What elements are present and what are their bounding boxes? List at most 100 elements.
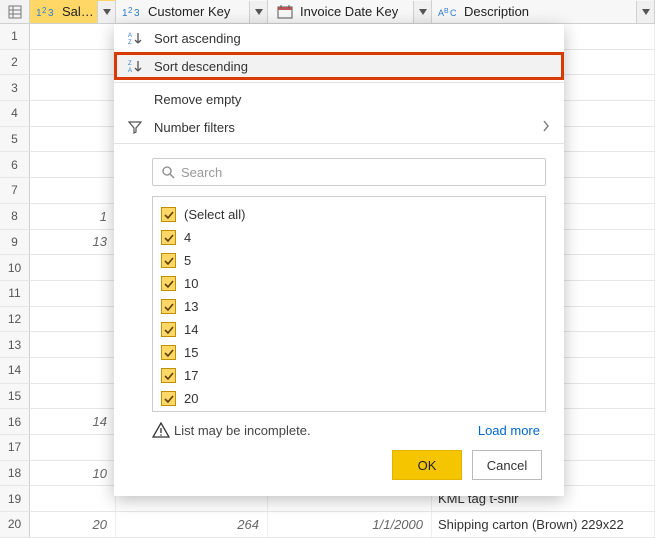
filter-value-item[interactable]: 13 (161, 295, 537, 318)
column-header-label: Sale Key (62, 4, 97, 19)
cell-description[interactable]: Shipping carton (Brown) 229x22 (432, 512, 655, 537)
cell-sale-key[interactable] (30, 486, 116, 511)
row-number[interactable]: 14 (0, 358, 30, 383)
sort-asc-icon: AZ (128, 31, 154, 45)
row-number[interactable]: 16 (0, 409, 30, 434)
cell-sale-key[interactable] (30, 281, 116, 306)
row-number[interactable]: 13 (0, 332, 30, 357)
filter-value-item[interactable]: 14 (161, 318, 537, 341)
row-number[interactable]: 1 (0, 24, 30, 49)
filter-value-item[interactable]: 10 (161, 272, 537, 295)
cell-sale-key[interactable] (30, 75, 116, 100)
cell-customer-key[interactable]: 264 (116, 512, 268, 537)
column-filter-button[interactable] (636, 1, 654, 23)
cell-sale-key[interactable] (30, 178, 116, 203)
warning-icon (152, 422, 174, 438)
cell-sale-key[interactable] (30, 255, 116, 280)
row-number[interactable]: 7 (0, 178, 30, 203)
svg-text:2: 2 (128, 6, 133, 15)
filter-value-item[interactable]: 20 (161, 387, 537, 410)
checkbox-checked-icon[interactable] (161, 322, 176, 337)
row-number[interactable]: 5 (0, 127, 30, 152)
filter-search-box[interactable] (152, 158, 546, 186)
column-filter-button[interactable] (97, 1, 115, 23)
row-number[interactable]: 6 (0, 152, 30, 177)
row-number[interactable]: 10 (0, 255, 30, 280)
column-header-invDate[interactable]: Invoice Date Key (268, 0, 432, 23)
column-header-custKey[interactable]: 123Customer Key (116, 0, 268, 23)
cell-sale-key[interactable] (30, 384, 116, 409)
cell-sale-key[interactable]: 13 (30, 230, 116, 255)
row-number[interactable]: 17 (0, 435, 30, 460)
filter-values-list[interactable]: (Select all) 45 10 13 14 1517 20 (152, 196, 546, 412)
cell-sale-key[interactable]: 14 (30, 409, 116, 434)
filter-value-item[interactable]: 17 (161, 364, 537, 387)
cell-sale-key[interactable] (30, 101, 116, 126)
number-filters-item[interactable]: Number filters (114, 113, 564, 141)
row-number[interactable]: 4 (0, 101, 30, 126)
ok-button[interactable]: OK (392, 450, 462, 480)
cell-sale-key[interactable]: 20 (30, 512, 116, 537)
checkbox-checked-icon[interactable] (161, 345, 176, 360)
remove-empty-label: Remove empty (154, 92, 550, 107)
column-header-desc[interactable]: ABCDescription (432, 0, 655, 23)
sort-descending-item[interactable]: ZA Sort descending (114, 52, 564, 80)
svg-text:Z: Z (128, 40, 132, 45)
cell-sale-key[interactable]: 10 (30, 461, 116, 486)
cell-sale-key[interactable]: 1 (30, 204, 116, 229)
cell-sale-key[interactable] (30, 50, 116, 75)
sort-desc-label: Sort descending (154, 59, 550, 74)
cell-sale-key[interactable] (30, 332, 116, 357)
sort-ascending-item[interactable]: AZ Sort ascending (114, 24, 564, 52)
load-more-link[interactable]: Load more (478, 423, 540, 438)
select-all-label: (Select all) (184, 207, 245, 222)
filter-value-item[interactable]: 15 (161, 341, 537, 364)
cancel-button[interactable]: Cancel (472, 450, 542, 480)
checkbox-checked-icon[interactable] (161, 253, 176, 268)
cell-sale-key[interactable] (30, 435, 116, 460)
cell-invoice-date[interactable]: 1/1/2000 (268, 512, 432, 537)
cell-sale-key[interactable] (30, 358, 116, 383)
cell-sale-key[interactable] (30, 152, 116, 177)
row-number[interactable]: 9 (0, 230, 30, 255)
checkbox-checked-icon[interactable] (161, 391, 176, 406)
row-number[interactable]: 2 (0, 50, 30, 75)
row-number[interactable]: 12 (0, 307, 30, 332)
column-header-label: Invoice Date Key (300, 4, 413, 19)
checkbox-checked-icon[interactable] (161, 299, 176, 314)
checkbox-checked-icon[interactable] (161, 368, 176, 383)
table-corner[interactable] (0, 0, 30, 23)
row-number[interactable]: 3 (0, 75, 30, 100)
filter-value-label: 14 (184, 322, 198, 337)
filter-value-item[interactable]: 5 (161, 249, 537, 272)
filter-value-label: 10 (184, 276, 198, 291)
row-number[interactable]: 19 (0, 486, 30, 511)
table-icon (8, 5, 22, 19)
filter-search-input[interactable] (181, 165, 537, 180)
cell-sale-key[interactable] (30, 307, 116, 332)
cell-sale-key[interactable] (30, 24, 116, 49)
row-number[interactable]: 15 (0, 384, 30, 409)
dialog-button-row: OK Cancel (114, 438, 564, 496)
filter-value-label: 20 (184, 391, 198, 406)
row-number[interactable]: 20 (0, 512, 30, 537)
row-number[interactable]: 8 (0, 204, 30, 229)
checkbox-checked-icon[interactable] (161, 276, 176, 291)
checkbox-checked-icon[interactable] (161, 207, 176, 222)
table-row: 20202641/1/2000Shipping carton (Brown) 2… (0, 512, 655, 538)
filter-value-item[interactable]: 4 (161, 226, 537, 249)
sort-desc-icon: ZA (128, 59, 154, 73)
checkbox-checked-icon[interactable] (161, 230, 176, 245)
svg-text:2: 2 (42, 6, 47, 15)
column-type-icon: ABC (438, 4, 460, 20)
row-number[interactable]: 18 (0, 461, 30, 486)
column-filter-button[interactable] (413, 1, 431, 23)
column-filter-button[interactable] (249, 1, 267, 23)
remove-empty-item[interactable]: Remove empty (114, 85, 564, 113)
column-header-saleKey[interactable]: 123Sale Key (30, 0, 116, 23)
column-type-icon: 123 (122, 4, 144, 20)
row-number[interactable]: 11 (0, 281, 30, 306)
filter-value-select-all[interactable]: (Select all) (161, 203, 537, 226)
cell-sale-key[interactable] (30, 127, 116, 152)
svg-text:3: 3 (134, 8, 140, 19)
